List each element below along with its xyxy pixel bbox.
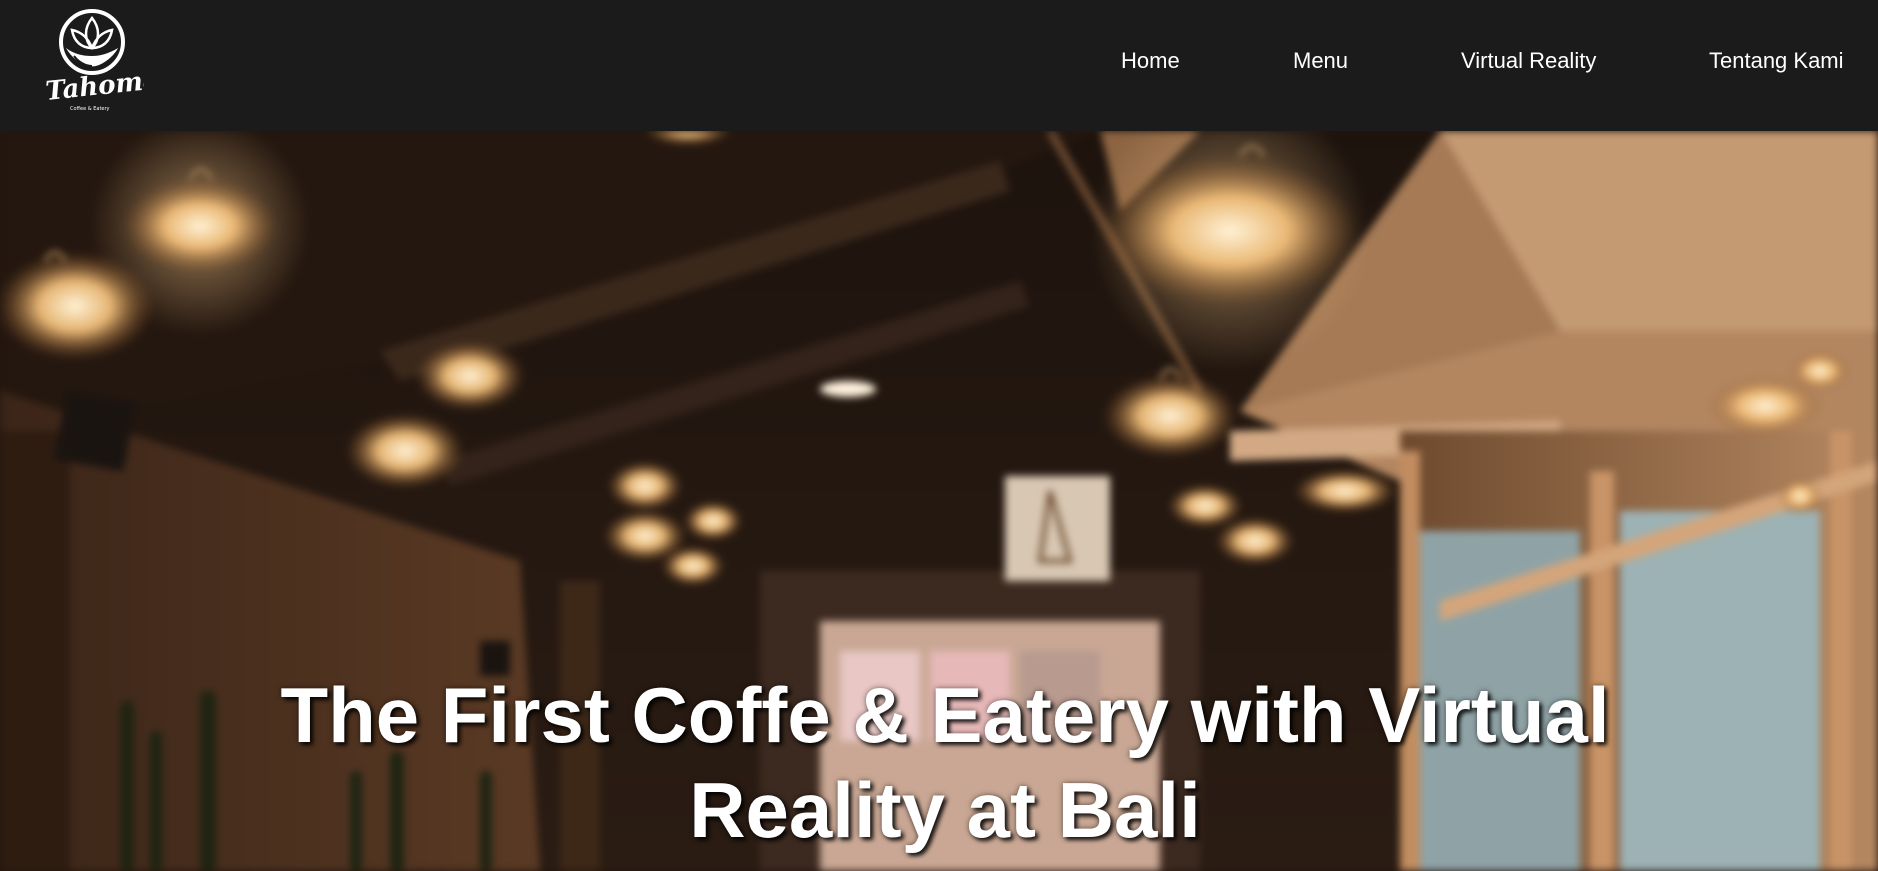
svg-text:Tahoma: Tahoma bbox=[44, 65, 144, 107]
tahoma-logo-icon: Tahoma Coffee & Eatery bbox=[44, 9, 161, 112]
hero-section: The First Coffe & Eatery with Virtual Re… bbox=[0, 131, 1878, 871]
page: Tahoma Coffee & Eatery Home Menu Virtual… bbox=[0, 0, 1878, 871]
tahoma-logo[interactable]: Tahoma Coffee & Eatery bbox=[44, 4, 161, 116]
nav-menu-link[interactable]: Menu bbox=[1293, 48, 1348, 74]
nav-tentang-kami-link[interactable]: Tentang Kami bbox=[1709, 48, 1844, 74]
nav-virtual-reality-link[interactable]: Virtual Reality bbox=[1461, 48, 1596, 74]
svg-text:Coffee & Eatery: Coffee & Eatery bbox=[70, 106, 110, 112]
nav-home-link[interactable]: Home bbox=[1121, 48, 1180, 74]
navbar: Tahoma Coffee & Eatery Home Menu Virtual… bbox=[0, 0, 1878, 131]
hero-title: The First Coffe & Eatery with Virtual Re… bbox=[280, 671, 1610, 854]
